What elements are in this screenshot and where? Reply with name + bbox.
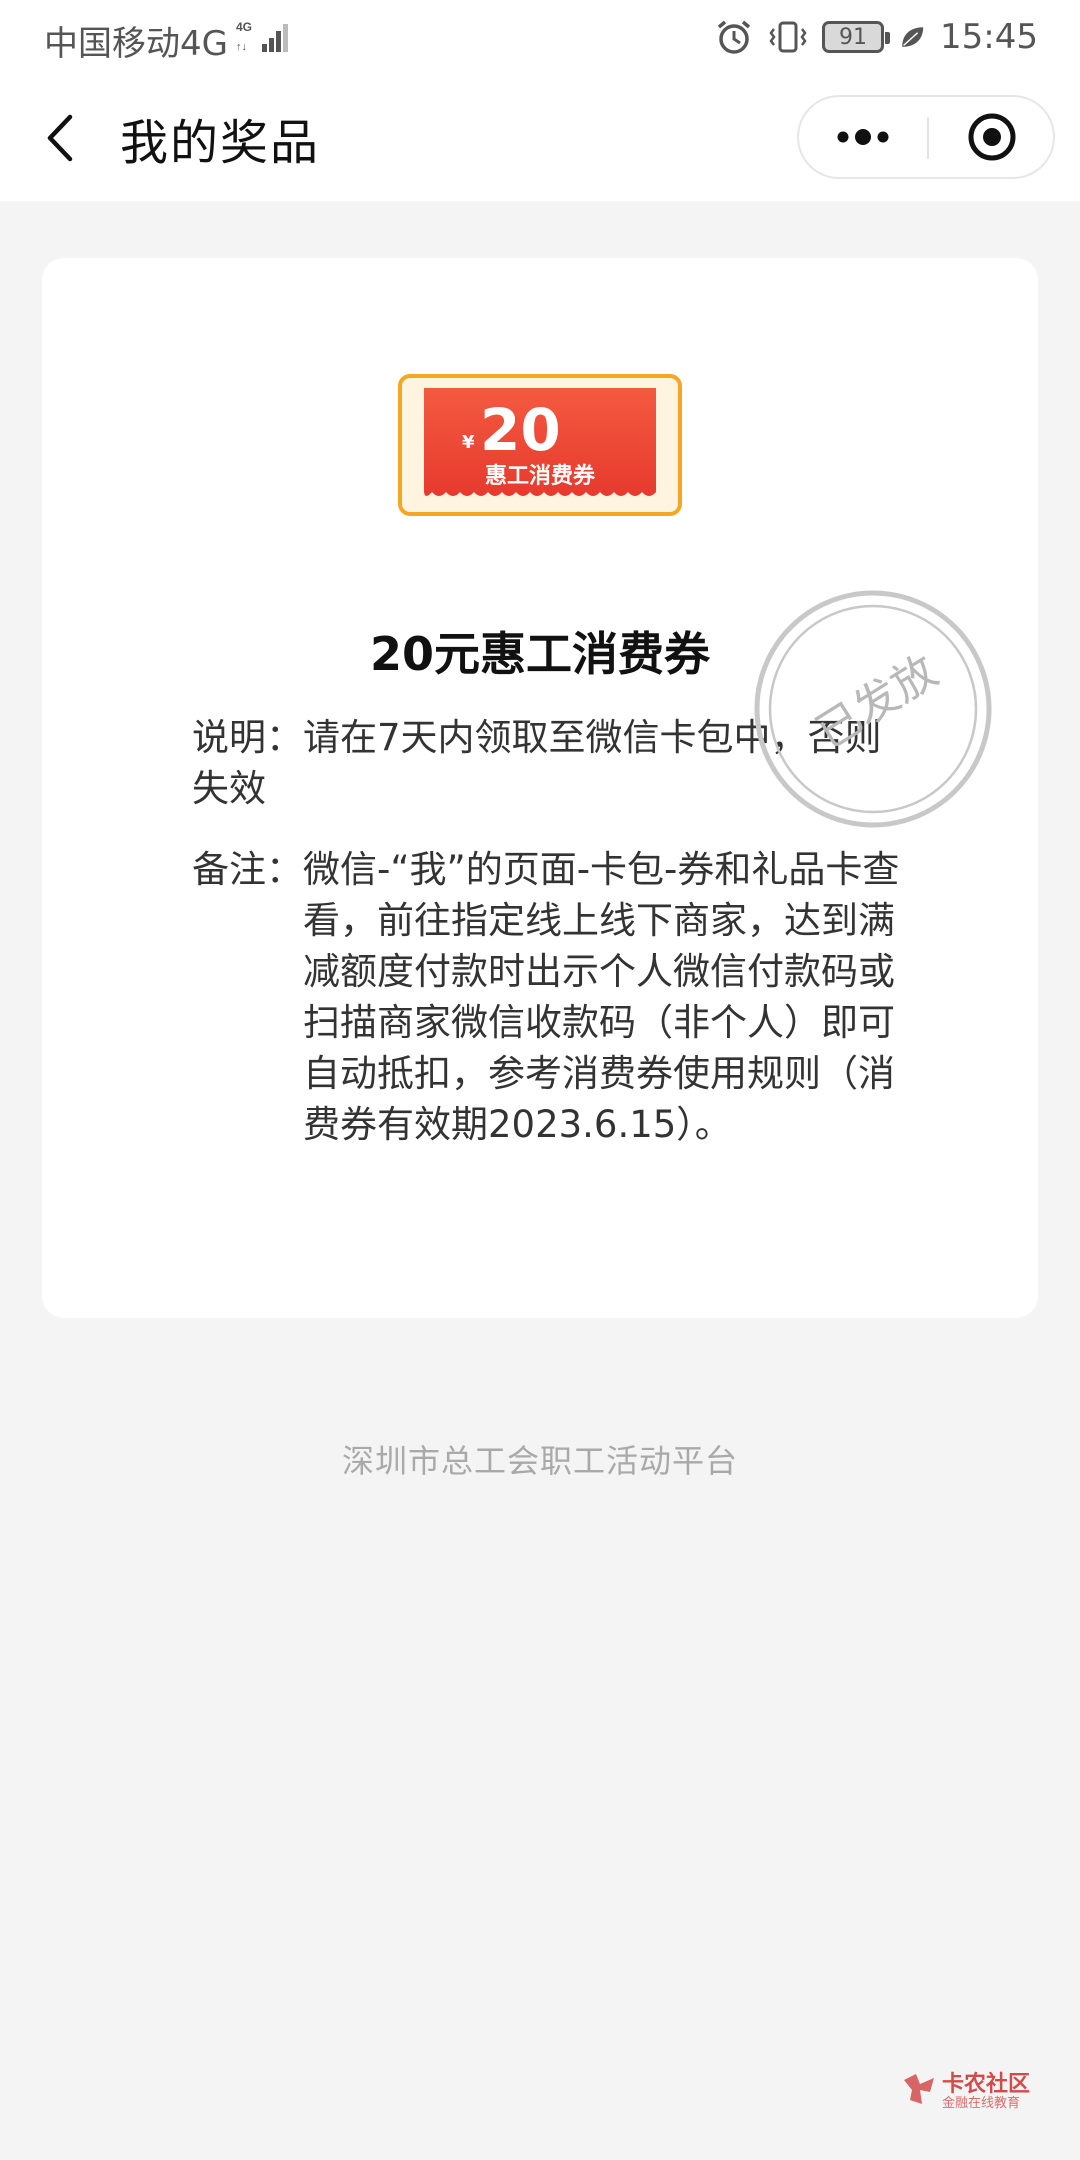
battery-level: 91 bbox=[839, 24, 868, 50]
miniprogram-capsule bbox=[797, 95, 1055, 179]
page-title: 我的奖品 bbox=[120, 115, 321, 171]
close-miniprogram-button[interactable] bbox=[929, 97, 1055, 177]
footer-text: 深圳市总工会职工活动平台 bbox=[341, 1442, 738, 1480]
svg-text:↑↓: ↑↓ bbox=[236, 41, 247, 53]
battery-icon: 91 bbox=[822, 21, 891, 53]
watermark-sub: 金融在线教育 bbox=[942, 2096, 1021, 2111]
back-icon[interactable] bbox=[36, 105, 86, 171]
clock-time: 15:45 bbox=[940, 17, 1038, 57]
nav-bar: 我的奖品 bbox=[0, 75, 1080, 201]
more-button[interactable] bbox=[799, 97, 927, 177]
svg-text:4G: 4G bbox=[236, 20, 252, 34]
status-bar: 中国移动4G 4G ↑↓ 91 15:45 bbox=[0, 0, 1080, 75]
voucher-currency: ¥ bbox=[462, 432, 475, 453]
voucher-label: 惠工消费券 bbox=[485, 463, 596, 489]
description-label: 说明： bbox=[192, 716, 303, 759]
voucher-amount: 20 bbox=[480, 396, 561, 464]
leaf-icon bbox=[902, 27, 924, 47]
note-row: 备注： 微信-“我”的页面-卡包-券和礼品卡查看，前往指定线上线下商家，达到满减… bbox=[192, 844, 912, 1150]
note-text: 微信-“我”的页面-卡包-券和礼品卡查看，前往指定线上线下商家，达到满减额度付款… bbox=[303, 848, 900, 1146]
watermark: 卡农社区 金融在线教育 bbox=[900, 2066, 1060, 2112]
stamp-text: 已发放 bbox=[808, 646, 947, 759]
issued-stamp: 已发放 bbox=[754, 590, 992, 828]
more-dots-icon bbox=[837, 129, 889, 145]
note-label: 备注： bbox=[192, 848, 303, 891]
vibrate-icon bbox=[769, 21, 807, 53]
alarm-icon bbox=[717, 20, 751, 54]
signal-icon: 4G ↑↓ bbox=[236, 20, 288, 53]
voucher-image: ¥ 20 惠工消费券 bbox=[398, 374, 682, 516]
target-close-icon bbox=[968, 113, 1016, 161]
carrier-label: 中国移动4G bbox=[44, 24, 228, 64]
watermark-logo-icon bbox=[904, 2074, 934, 2104]
prize-card: ¥ 20 惠工消费券 20元惠工消费券 说明：请在7天内领取至微信卡包中，否则失… bbox=[42, 258, 1038, 1318]
